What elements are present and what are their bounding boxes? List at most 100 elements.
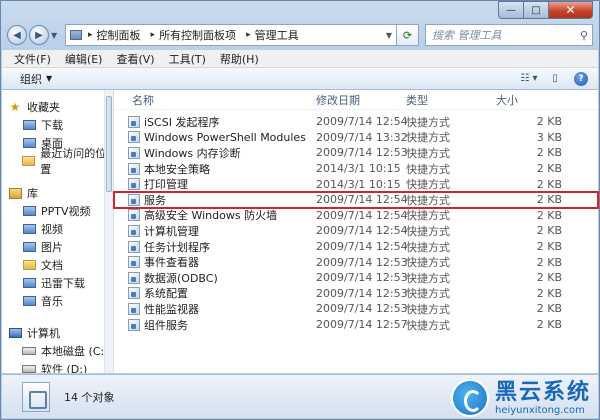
nav-computer-label: 计算机: [27, 327, 60, 340]
nav-group-computer: 计算机 本地磁盘 (C:) 软件 (D:): [2, 324, 113, 373]
nav-item-pptv[interactable]: PPTV视频: [2, 202, 113, 220]
file-name: 系统配置: [144, 287, 188, 301]
close-button[interactable]: ✕: [549, 1, 593, 19]
file-name: 性能监视器: [144, 302, 199, 316]
table-row[interactable]: 高级安全 Windows 防火墙 2009/7/14 12:54 快捷方式 2 KB: [114, 208, 598, 224]
file-size: 2 KB: [536, 255, 562, 269]
nav-item-label: 音乐: [41, 295, 63, 308]
file-name: 计算机管理: [144, 224, 199, 238]
nav-libraries[interactable]: 库: [2, 184, 113, 202]
file-name-cell: Windows PowerShell Modules: [114, 131, 310, 144]
music-icon: [22, 296, 36, 306]
caption-buttons: — □ ✕: [498, 1, 593, 19]
address-bar[interactable]: ▸ 控制面板 ▸ 所有控制面板项 ▸ 管理工具 ▼: [65, 24, 397, 46]
organize-button[interactable]: 组织 ▼: [20, 71, 52, 87]
control-panel-icon: [70, 30, 82, 40]
file-name: 数据源(ODBC): [144, 271, 218, 285]
maximize-button[interactable]: □: [524, 1, 549, 19]
table-row[interactable]: 组件服务 2009/7/14 12:57 快捷方式 2 KB: [114, 317, 598, 333]
menu-view[interactable]: 查看(V): [116, 51, 154, 67]
view-options-icon[interactable]: ☷ ▾: [520, 71, 538, 87]
watermark-url: heiyunxitong.com: [494, 404, 585, 416]
nav-item-music[interactable]: 音乐: [2, 292, 113, 310]
recent-places-icon: [22, 156, 36, 166]
file-name-cell: 性能监视器: [114, 301, 310, 317]
nav-item-thunder[interactable]: 迅雷下载: [2, 274, 113, 292]
table-row[interactable]: 性能监视器 2009/7/14 12:53 快捷方式 2 KB: [114, 301, 598, 317]
chevron-right-icon[interactable]: ▸: [88, 30, 93, 40]
file-type: 快捷方式: [406, 224, 450, 238]
menu-tools[interactable]: 工具(T): [169, 51, 206, 67]
minimize-button[interactable]: —: [498, 1, 524, 19]
file-type: 快捷方式: [406, 302, 450, 316]
nav-computer[interactable]: 计算机: [2, 324, 113, 342]
video-library-icon: [22, 224, 36, 234]
column-name[interactable]: 名称: [114, 92, 310, 108]
table-row[interactable]: 系统配置 2009/7/14 12:53 快捷方式 2 KB: [114, 286, 598, 302]
preview-pane-icon[interactable]: ▯: [546, 71, 564, 87]
breadcrumb-control-panel[interactable]: 控制面板: [97, 27, 141, 43]
column-size[interactable]: 大小: [490, 92, 568, 108]
refresh-button[interactable]: ⟳: [397, 24, 419, 46]
column-date[interactable]: 修改日期: [310, 92, 400, 108]
menu-bar: 文件(F) 编辑(E) 查看(V) 工具(T) 帮助(H): [2, 50, 598, 68]
column-type[interactable]: 类型: [400, 92, 490, 108]
table-row[interactable]: 本地安全策略 2014/3/1 10:15 快捷方式 2 KB: [114, 161, 598, 177]
nav-item-videos[interactable]: 视频: [2, 220, 113, 238]
address-dropdown-icon[interactable]: ▼: [382, 31, 396, 40]
table-row[interactable]: Windows PowerShell Modules 2009/7/14 13:3…: [114, 130, 598, 146]
search-input[interactable]: 搜索 管理工具 ⚲: [425, 24, 593, 46]
nav-item-documents[interactable]: 文档: [2, 256, 113, 274]
chevron-right-icon[interactable]: ▸: [151, 30, 156, 40]
nav-item-drive-d[interactable]: 软件 (D:): [2, 360, 113, 373]
table-row[interactable]: 数据源(ODBC) 2009/7/14 12:53 快捷方式 2 KB: [114, 270, 598, 286]
menu-edit[interactable]: 编辑(E): [65, 51, 103, 67]
shortcut-icon: [128, 318, 140, 331]
forward-button[interactable]: ▶: [29, 25, 49, 45]
table-row[interactable]: Windows 内存诊断 2009/7/14 12:53 快捷方式 2 KB: [114, 145, 598, 161]
table-row[interactable]: 服务 2009/7/14 12:54 快捷方式 2 KB: [113, 190, 599, 209]
nav-item-downloads[interactable]: 下载: [2, 116, 113, 134]
help-button[interactable]: ?: [572, 71, 590, 87]
table-row[interactable]: 打印管理 2014/3/1 10:15 快捷方式 2 KB: [114, 176, 598, 192]
nav-item-drive-c[interactable]: 本地磁盘 (C:): [2, 342, 113, 360]
menu-file[interactable]: 文件(F): [14, 51, 51, 67]
file-type: 快捷方式: [406, 131, 450, 145]
watermark-logo-icon: [450, 379, 489, 417]
watermark-title: 黑云系统: [494, 379, 591, 405]
file-name: 任务计划程序: [144, 240, 210, 254]
recent-pages-dropdown[interactable]: ▼: [51, 31, 61, 40]
content-area: ★ 收藏夹 下载 桌面 最近访问的位置 库 PPTV视频 视频 图片 文档 迅雷…: [2, 90, 599, 373]
shortcut-icon: [128, 240, 140, 253]
breadcrumb-admin-tools[interactable]: 管理工具: [255, 27, 299, 43]
toolbar-right: ☷ ▾ ▯ ?: [512, 71, 590, 87]
file-list[interactable]: 名称 修改日期 类型 大小 iSCSI 发起程序 2009/7/14 12:54 快…: [113, 90, 599, 373]
nav-item-pictures[interactable]: 图片: [2, 238, 113, 256]
table-row[interactable]: 事件查看器 2009/7/14 12:53 快捷方式 2 KB: [114, 254, 598, 270]
table-row[interactable]: iSCSI 发起程序 2009/7/14 12:54 快捷方式 2 KB: [114, 114, 598, 130]
navigation-pane[interactable]: ★ 收藏夹 下载 桌面 最近访问的位置 库 PPTV视频 视频 图片 文档 迅雷…: [2, 90, 114, 373]
explorer-window: — □ ✕ ◀ ▶ ▼ ▸ 控制面板 ▸ 所有控制面板项 ▸ 管理工具 ▼ ⟳ …: [0, 0, 600, 420]
refresh-icon: ⟳: [402, 28, 413, 42]
table-row[interactable]: 任务计划程序 2009/7/14 12:54 快捷方式 2 KB: [114, 239, 598, 255]
chevron-right-icon[interactable]: ▸: [246, 30, 251, 40]
nav-item-recent[interactable]: 最近访问的位置: [2, 147, 113, 176]
file-date: 2009/7/14 12:53: [316, 286, 408, 300]
file-date: 2009/7/14 12:53: [316, 255, 408, 269]
table-row[interactable]: 计算机管理 2009/7/14 12:54 快捷方式 2 KB: [114, 223, 598, 239]
file-size: 2 KB: [536, 318, 562, 332]
command-bar: 组织 ▼ ☷ ▾ ▯ ?: [2, 68, 598, 90]
back-button[interactable]: ◀: [7, 25, 27, 45]
drive-icon: [22, 347, 36, 355]
nav-scrollbar[interactable]: [104, 90, 113, 373]
file-size: 2 KB: [536, 240, 562, 254]
library-icon: [8, 187, 22, 199]
folder-details-icon: [22, 381, 50, 412]
menu-help[interactable]: 帮助(H): [220, 51, 259, 67]
search-icon[interactable]: ⚲: [580, 29, 588, 42]
nav-favorites[interactable]: ★ 收藏夹: [2, 98, 113, 116]
pictures-icon: [22, 242, 36, 252]
breadcrumb-all-items[interactable]: 所有控制面板项: [159, 27, 236, 43]
nav-scrollbar-thumb[interactable]: [106, 96, 112, 192]
file-name: 本地安全策略: [144, 162, 210, 176]
